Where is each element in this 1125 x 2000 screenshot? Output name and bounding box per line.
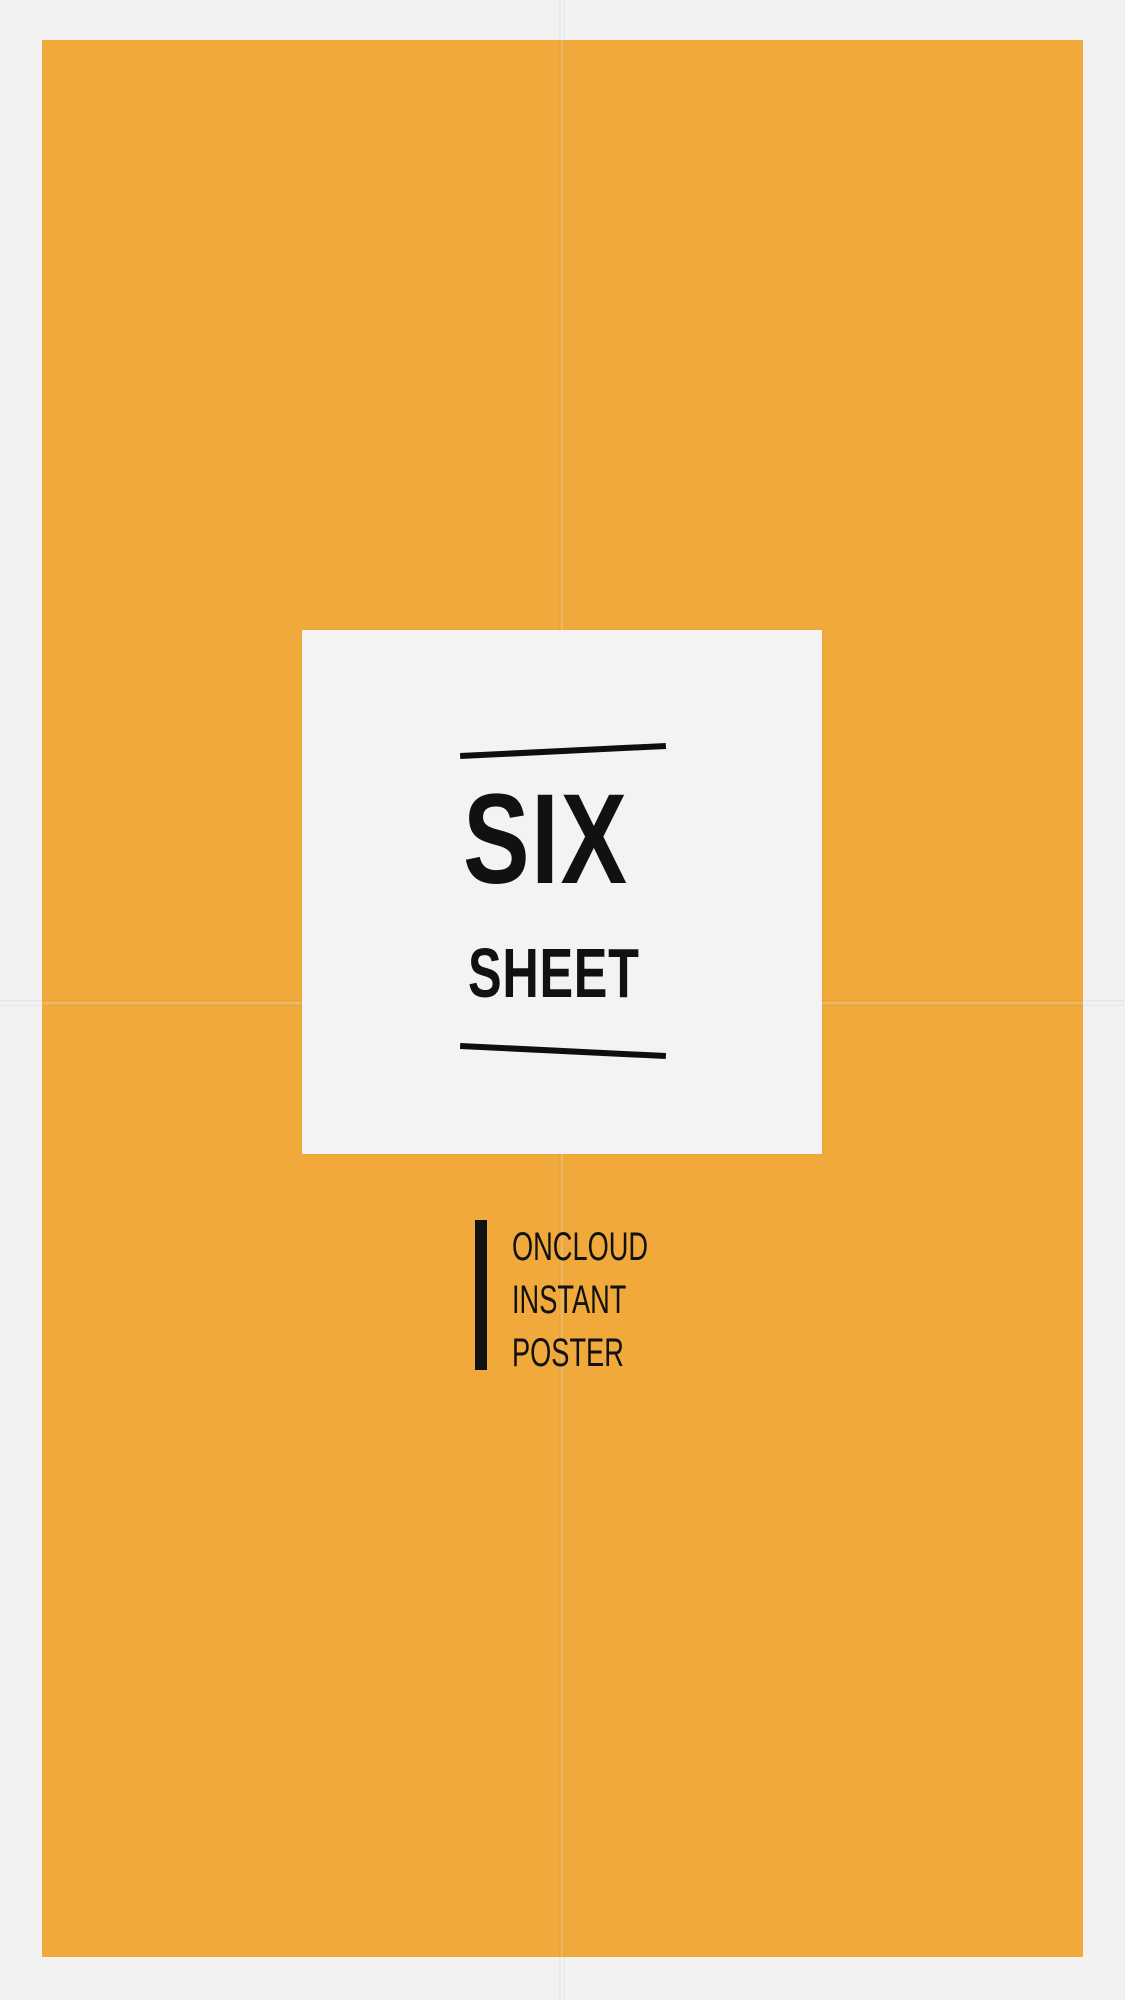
- poster-title: SIX: [463, 768, 629, 911]
- tagline-accent-bar: [475, 1220, 487, 1370]
- tagline-line-instant: INSTANT: [512, 1278, 627, 1322]
- poster-sheet: SIX SHEET ONCLOUD INSTANT POSTER: [0, 0, 1125, 2000]
- tagline-line-oncloud: ONCLOUD: [512, 1225, 649, 1269]
- tagline-line-poster: POSTER: [512, 1331, 624, 1375]
- poster-subtitle: SHEET: [468, 934, 640, 1012]
